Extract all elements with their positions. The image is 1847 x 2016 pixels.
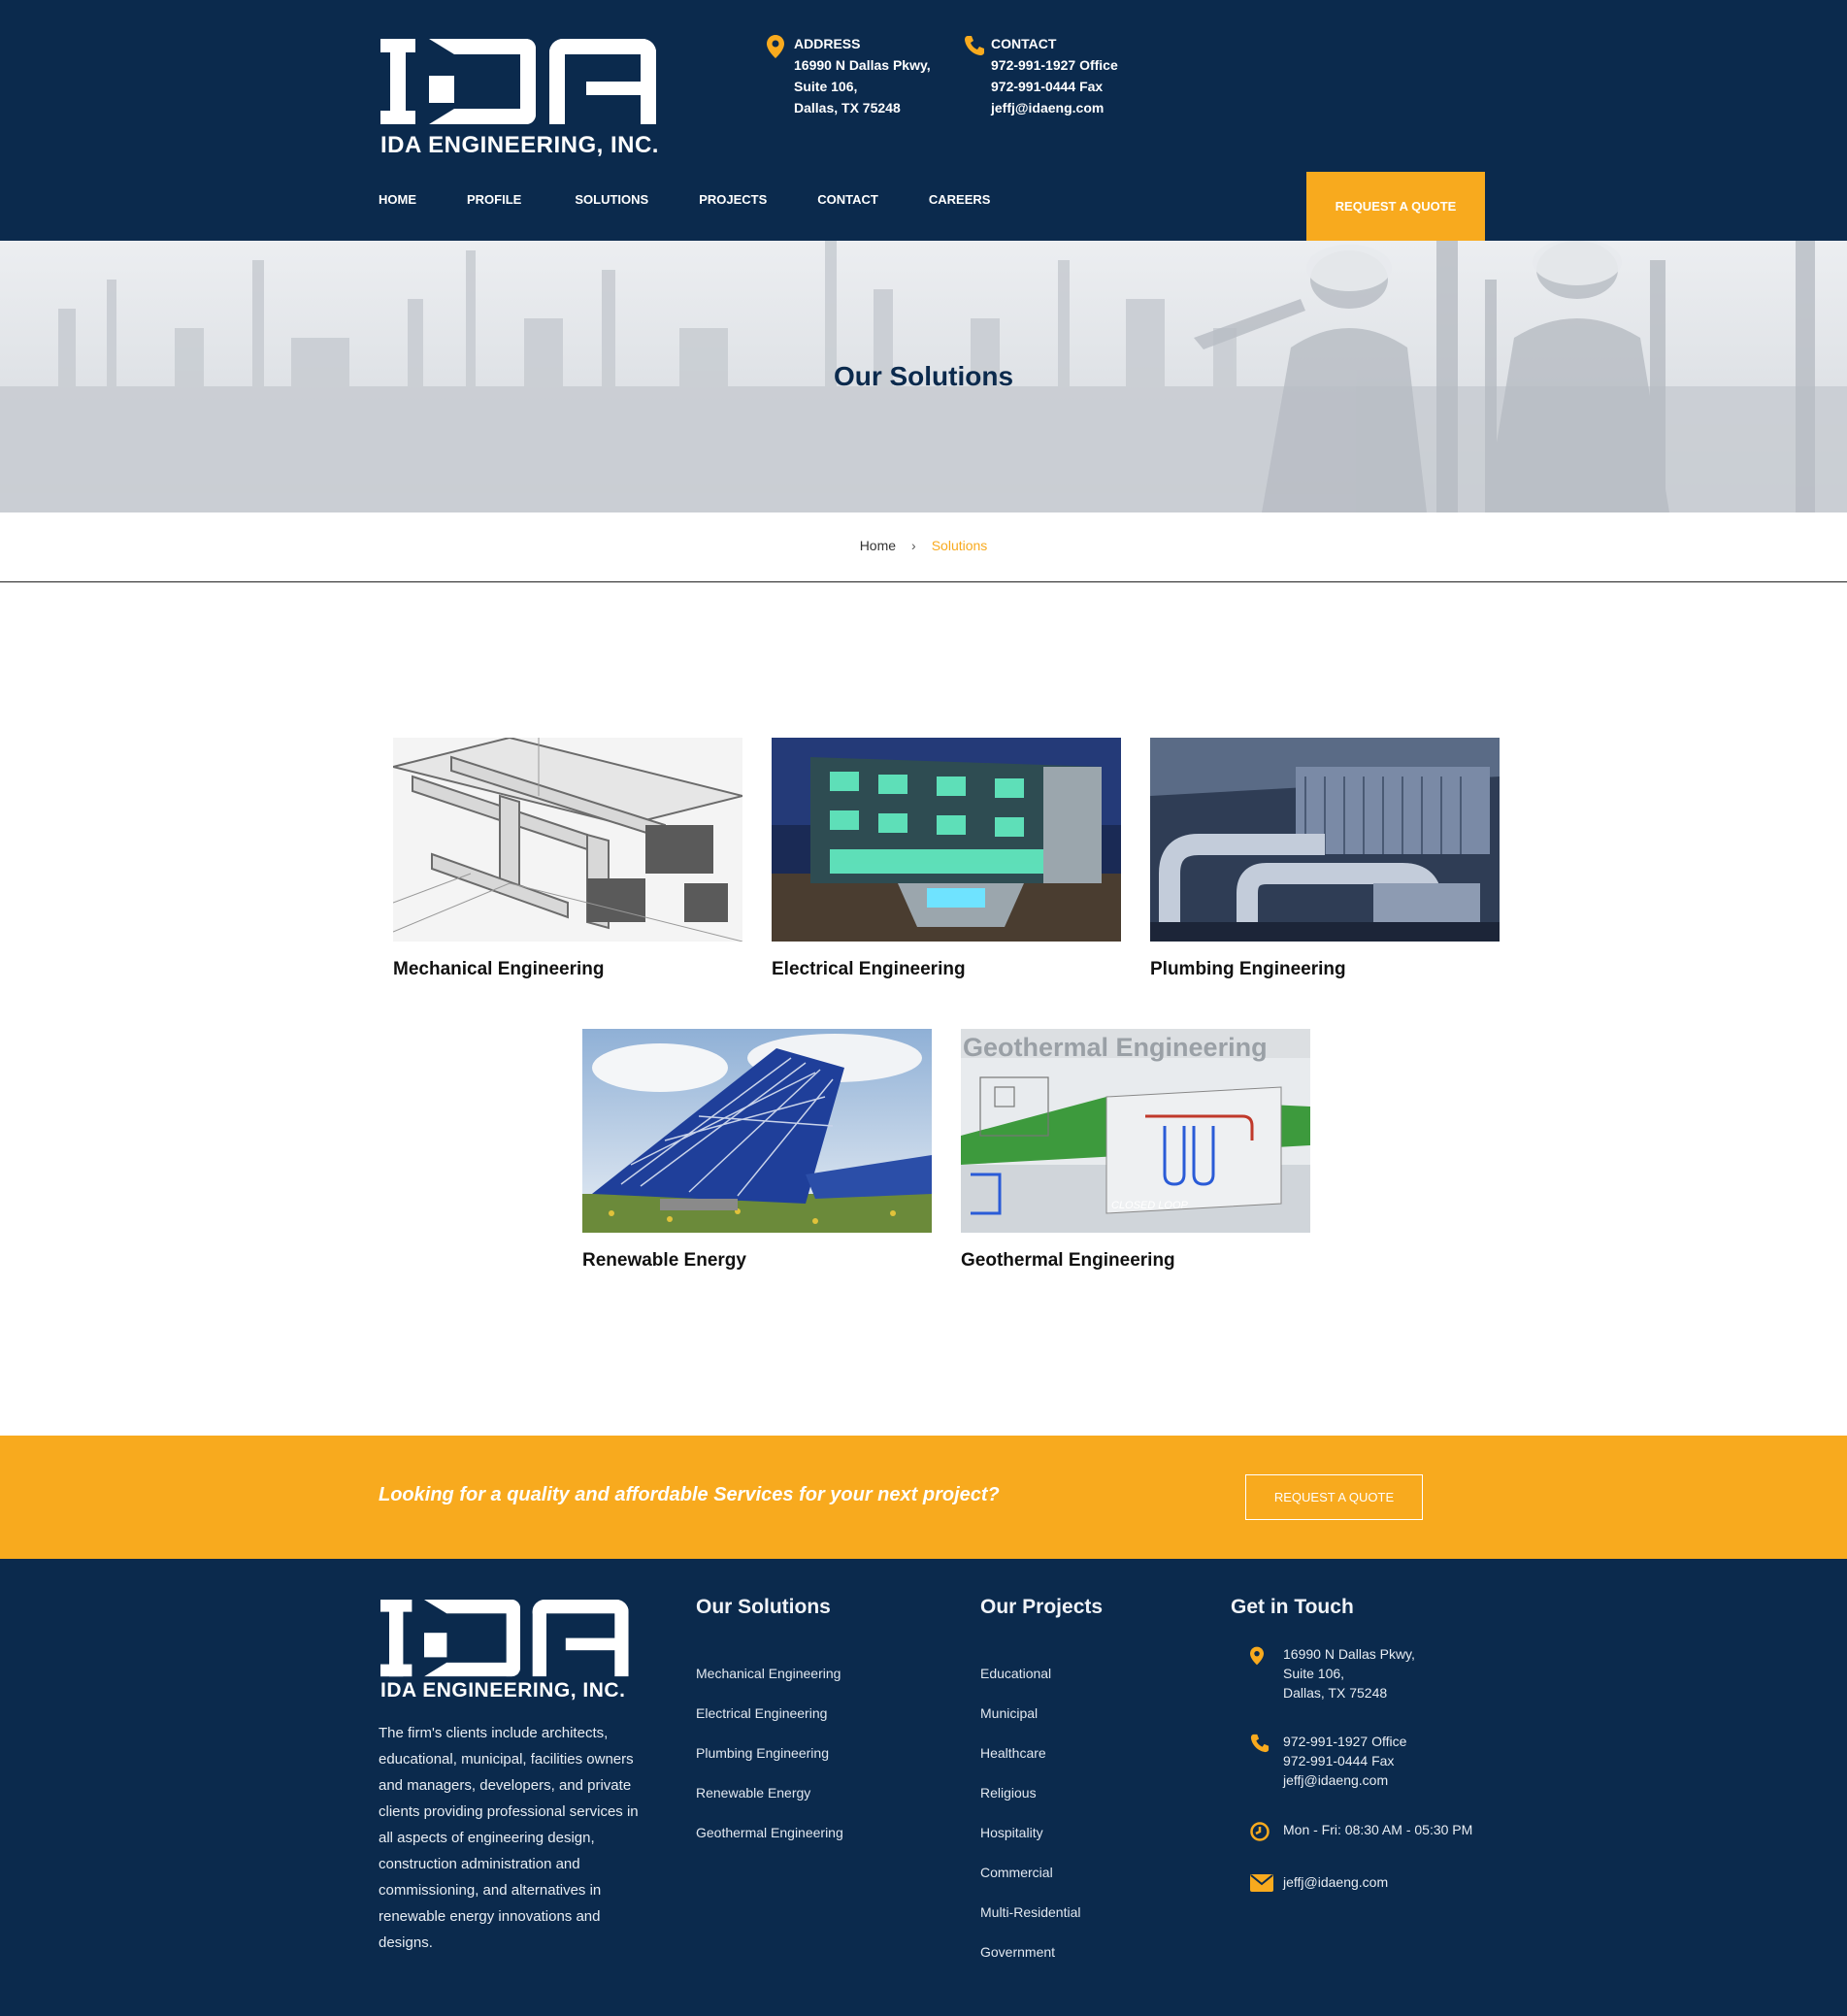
contact-fax: 972-991-0444 Fax bbox=[991, 79, 1104, 94]
closed-loop-label: CLOSED LOOP bbox=[1111, 1200, 1189, 1211]
geothermal-image-text: Geothermal Engineering bbox=[963, 1033, 1268, 1062]
phone-icon bbox=[1250, 1734, 1270, 1758]
divider bbox=[0, 581, 1847, 582]
address-line: Suite 106, bbox=[1283, 1666, 1345, 1681]
nav-contact[interactable]: CONTACT bbox=[817, 192, 878, 207]
breadcrumb-home[interactable]: Home bbox=[860, 538, 896, 553]
site-footer: IDA ENGINEERING, INC. The firm's clients… bbox=[0, 1559, 1847, 2016]
envelope-icon bbox=[1250, 1874, 1273, 1897]
cta-band: Looking for a quality and affordable Ser… bbox=[0, 1436, 1847, 1559]
email-line[interactable]: jeffj@idaeng.com bbox=[1283, 1770, 1406, 1790]
address-line: Dallas, TX 75248 bbox=[1283, 1685, 1388, 1701]
footer-email: jeffj@idaeng.com bbox=[1231, 1872, 1388, 1892]
contact-email[interactable]: jeffj@idaeng.com bbox=[991, 97, 1118, 118]
main-nav: HOME PROFILE SOLUTIONS PROJECTS CONTACT … bbox=[379, 192, 1040, 207]
email-text[interactable]: jeffj@idaeng.com bbox=[1283, 1872, 1388, 1892]
breadcrumb-separator: › bbox=[911, 538, 916, 553]
solution-card-plumbing[interactable]: Plumbing Engineering bbox=[1150, 738, 1500, 980]
footer-link[interactable]: Healthcare bbox=[980, 1745, 1103, 1785]
solution-title[interactable]: Mechanical Engineering bbox=[393, 959, 742, 980]
logo-mark bbox=[380, 39, 662, 124]
cta-request-quote-button[interactable]: REQUEST A QUOTE bbox=[1245, 1474, 1423, 1520]
footer-touch-title: Get in Touch bbox=[1231, 1596, 1354, 1618]
solution-card-renewable[interactable]: Renewable Energy bbox=[582, 1029, 932, 1272]
footer-projects-title: Our Projects bbox=[980, 1596, 1104, 1618]
footer-link[interactable]: Plumbing Engineering bbox=[696, 1745, 843, 1785]
address-line: Suite 106, bbox=[794, 79, 858, 94]
building-render-image[interactable] bbox=[772, 738, 1121, 942]
solution-card-electrical[interactable]: Electrical Engineering bbox=[772, 738, 1121, 980]
breadcrumb: Home › Solutions bbox=[0, 538, 1847, 553]
location-pin-icon bbox=[767, 35, 784, 64]
address-line: 16990 N Dallas Pkwy, bbox=[794, 57, 931, 73]
footer-link[interactable]: Municipal bbox=[980, 1705, 1103, 1745]
nav-home[interactable]: HOME bbox=[379, 192, 416, 207]
nav-projects[interactable]: PROJECTS bbox=[699, 192, 767, 207]
page-title: Our Solutions bbox=[833, 361, 1014, 391]
address-line: 16990 N Dallas Pkwy, bbox=[1283, 1646, 1415, 1662]
solar-panel-image[interactable] bbox=[582, 1029, 932, 1233]
hero-banner: Our Solutions bbox=[0, 241, 1847, 512]
location-pin-icon bbox=[1250, 1646, 1264, 1670]
breadcrumb-current: Solutions bbox=[931, 538, 988, 553]
footer-solutions-title: Our Solutions bbox=[696, 1596, 831, 1618]
solution-title[interactable]: Plumbing Engineering bbox=[1150, 959, 1500, 980]
footer-link[interactable]: Hospitality bbox=[980, 1825, 1103, 1865]
footer-link[interactable]: Mechanical Engineering bbox=[696, 1666, 843, 1705]
logo-mark bbox=[380, 1600, 629, 1677]
header-contact: CONTACT 972-991-1927 Office 972-991-0444… bbox=[965, 33, 1118, 118]
nav-careers[interactable]: CAREERS bbox=[929, 192, 991, 207]
footer-hours: Mon - Fri: 08:30 AM - 05:30 PM bbox=[1231, 1820, 1473, 1841]
footer-link[interactable]: Renewable Energy bbox=[696, 1785, 843, 1825]
hvac-ductwork-image[interactable] bbox=[393, 738, 742, 942]
cta-text: Looking for a quality and affordable Ser… bbox=[379, 1484, 1000, 1505]
nav-profile[interactable]: PROFILE bbox=[467, 192, 521, 207]
solution-card-geothermal[interactable]: Geothermal Engineering CLOSED LOOP Geoth… bbox=[961, 1029, 1310, 1272]
solution-title[interactable]: Geothermal Engineering bbox=[961, 1250, 1310, 1272]
fax-line: 972-991-0444 Fax bbox=[1283, 1753, 1395, 1768]
logo-text: IDA ENGINEERING, INC. bbox=[380, 132, 659, 158]
geothermal-diagram-image[interactable]: Geothermal Engineering CLOSED LOOP bbox=[961, 1029, 1310, 1233]
footer-logo[interactable]: IDA ENGINEERING, INC. bbox=[380, 1600, 656, 1702]
footer-phone: 972-991-1927 Office 972-991-0444 Fax jef… bbox=[1231, 1732, 1406, 1790]
logo-text: IDA ENGINEERING, INC. bbox=[380, 1679, 626, 1702]
solution-title[interactable]: Renewable Energy bbox=[582, 1250, 932, 1272]
footer-solutions: Our Solutions Mechanical Engineering Ele… bbox=[696, 1596, 843, 1865]
phone-line[interactable]: 972-991-1927 Office bbox=[1283, 1732, 1406, 1751]
solution-card-mechanical[interactable]: Mechanical Engineering bbox=[393, 738, 742, 980]
footer-link[interactable]: Geothermal Engineering bbox=[696, 1825, 843, 1865]
solution-title[interactable]: Electrical Engineering bbox=[772, 959, 1121, 980]
phone-icon bbox=[964, 35, 985, 62]
address-line: Dallas, TX 75248 bbox=[794, 100, 901, 116]
footer-link[interactable]: Commercial bbox=[980, 1865, 1103, 1904]
clock-icon bbox=[1250, 1822, 1270, 1846]
footer-link[interactable]: Government bbox=[980, 1944, 1103, 1984]
hours-text: Mon - Fri: 08:30 AM - 05:30 PM bbox=[1283, 1822, 1473, 1837]
footer-link[interactable]: Religious bbox=[980, 1785, 1103, 1825]
address-label: ADDRESS bbox=[794, 36, 861, 51]
nav-solutions[interactable]: SOLUTIONS bbox=[575, 192, 648, 207]
footer-contact: Get in Touch 16990 N Dallas Pkwy, Suite … bbox=[1231, 1596, 1551, 2003]
footer-link[interactable]: Educational bbox=[980, 1666, 1103, 1705]
contact-phone[interactable]: 972-991-1927 Office bbox=[991, 54, 1118, 76]
footer-link[interactable]: Multi-Residential bbox=[980, 1904, 1103, 1944]
footer-projects: Our Projects Educational Municipal Healt… bbox=[980, 1596, 1103, 1984]
site-header: IDA ENGINEERING, INC. ADDRESS 16990 N Da… bbox=[0, 0, 1847, 241]
industrial-piping-image[interactable] bbox=[1150, 738, 1500, 942]
contact-label: CONTACT bbox=[991, 36, 1057, 51]
logo[interactable]: IDA ENGINEERING, INC. bbox=[380, 39, 662, 159]
footer-link[interactable]: Electrical Engineering bbox=[696, 1705, 843, 1745]
header-address: ADDRESS 16990 N Dallas Pkwy, Suite 106, … bbox=[767, 33, 931, 118]
request-quote-button[interactable]: REQUEST A QUOTE bbox=[1306, 172, 1485, 241]
footer-address: 16990 N Dallas Pkwy, Suite 106, Dallas, … bbox=[1231, 1644, 1415, 1702]
footer-about: The firm's clients include architects, e… bbox=[379, 1725, 639, 1951]
